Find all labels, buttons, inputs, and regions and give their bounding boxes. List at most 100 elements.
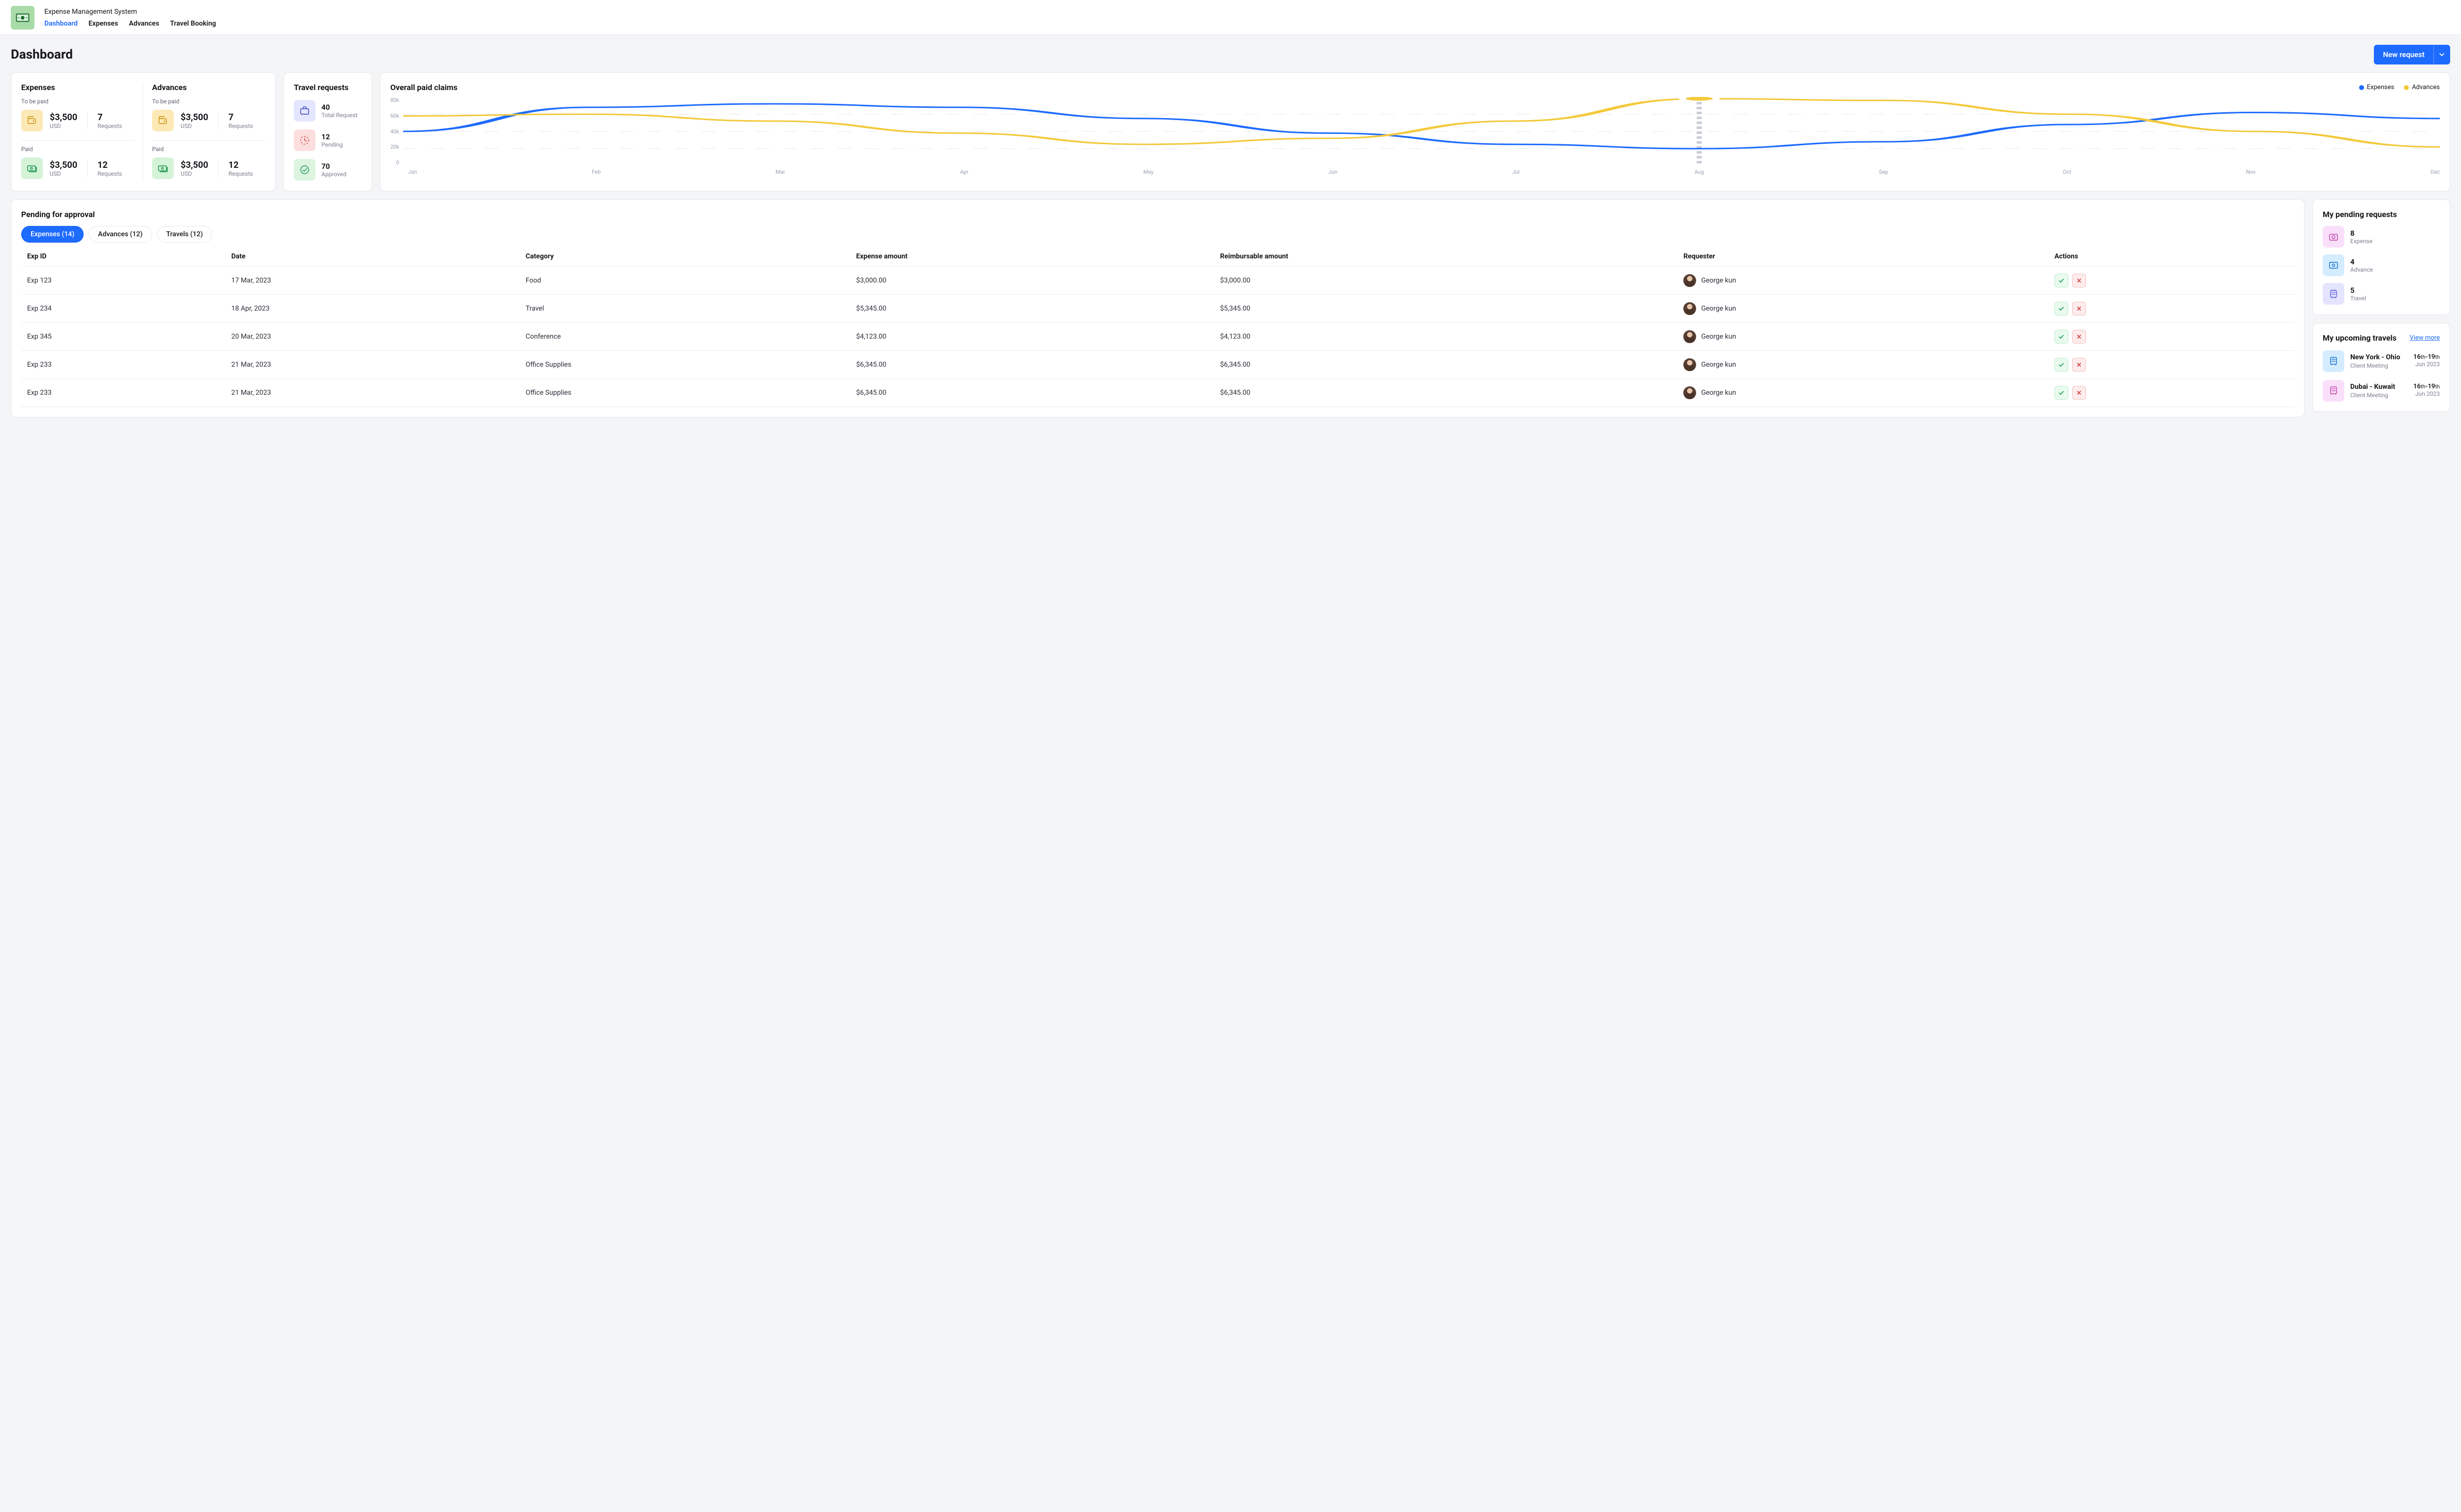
reject-button[interactable] xyxy=(2072,358,2086,372)
requester-cell: George kun xyxy=(1683,274,2045,287)
travel-pending-val: 12 xyxy=(321,132,343,141)
pill-advances[interactable]: Advances (12) xyxy=(89,226,152,243)
reject-button[interactable] xyxy=(2072,330,2086,344)
requester-cell: George kun xyxy=(1683,358,2045,371)
page-title: Dashboard xyxy=(11,47,73,62)
table-header: Actions xyxy=(2049,247,2294,267)
category-icon xyxy=(2323,226,2344,248)
adv-tbp-amount: $3,500 xyxy=(181,112,208,123)
pending-request-row: 4Advance xyxy=(2323,254,2440,276)
travel-total-val: 40 xyxy=(321,103,357,112)
approve-button[interactable] xyxy=(2054,274,2068,287)
expenses-tbp-label: To be paid xyxy=(21,98,134,105)
table-row: Exp 12317 Mar, 2023Food$3,000.00$3,000.0… xyxy=(21,267,2294,295)
adv-paid-cur: USD xyxy=(181,170,208,177)
exp-tbp-count: 7 xyxy=(97,112,122,123)
avatar xyxy=(1683,274,1696,287)
pending-request-row: 5Travel xyxy=(2323,283,2440,305)
my-pending-card: My pending requests 8Expense 4Advance 5Tra… xyxy=(2312,199,2450,315)
table-header: Reimbursable amount xyxy=(1214,247,1677,267)
requester-cell: George kun xyxy=(1683,386,2045,399)
category-icon xyxy=(2323,254,2344,276)
exp-tbp-req: Requests xyxy=(97,123,122,129)
adv-paid-count: 12 xyxy=(228,160,253,170)
summary-card: Expenses To be paid $3,500USD 7Requests … xyxy=(11,72,276,191)
adv-tbp-req: Requests xyxy=(228,123,253,129)
nav-tabs: Dashboard Expenses Advances Travel Booki… xyxy=(44,20,216,28)
new-request-caret[interactable] xyxy=(2433,45,2450,64)
approve-button[interactable] xyxy=(2054,330,2068,344)
chart-legend: Expenses Advances xyxy=(2359,84,2440,91)
approve-button[interactable] xyxy=(2054,302,2068,315)
wallet-icon xyxy=(152,110,174,131)
chart-card: Overall paid claims Expenses Advances 80… xyxy=(380,72,2450,191)
upcoming-travels-card: My upcoming travels View more New York -… xyxy=(2312,323,2450,412)
pending-request-row: 8Expense xyxy=(2323,226,2440,248)
pending-table: Exp IDDateCategoryExpense amountReimburs… xyxy=(21,247,2294,407)
category-icon xyxy=(2323,283,2344,305)
topbar: Expense Management System Dashboard Expe… xyxy=(0,0,2461,35)
adv-paid-req: Requests xyxy=(228,170,253,177)
table-row: Exp 34520 Mar, 2023Conference$4,123.00$4… xyxy=(21,323,2294,351)
table-header: Exp ID xyxy=(21,247,225,267)
advances-paid-label: Paid xyxy=(152,146,265,153)
tab-dashboard[interactable]: Dashboard xyxy=(44,20,78,28)
avatar xyxy=(1683,330,1696,343)
tab-travel-booking[interactable]: Travel Booking xyxy=(170,20,216,28)
view-more-link[interactable]: View more xyxy=(2410,334,2440,342)
new-request-button[interactable]: New request xyxy=(2374,45,2451,64)
travel-row: Dubai - KuwaitClient Meeting16th-19thJun… xyxy=(2323,380,2440,402)
app-logo xyxy=(11,6,34,30)
money-icon xyxy=(15,10,30,25)
pill-expenses[interactable]: Expenses (14) xyxy=(21,226,84,243)
approve-button[interactable] xyxy=(2054,358,2068,372)
approve-button[interactable] xyxy=(2054,386,2068,400)
table-header: Expense amount xyxy=(850,247,1214,267)
table-row: Exp 23321 Mar, 2023Office Supplies$6,345… xyxy=(21,351,2294,379)
advances-tbp-label: To be paid xyxy=(152,98,265,105)
expenses-column: Expenses To be paid $3,500USD 7Requests … xyxy=(21,83,143,181)
requester-cell: George kun xyxy=(1683,330,2045,343)
clock-icon xyxy=(294,129,316,151)
pending-title: Pending for approval xyxy=(21,210,2294,219)
exp-paid-cur: USD xyxy=(50,170,77,177)
legend-advances: Advances xyxy=(2404,84,2440,91)
travels-title: My upcoming travels xyxy=(2323,333,2397,343)
mypending-title: My pending requests xyxy=(2323,210,2440,219)
chart-xaxis: JanFebMarAprMayJunJulAugSepOctNovDec xyxy=(390,166,2440,175)
legend-expenses: Expenses xyxy=(2359,84,2395,91)
tab-advances[interactable]: Advances xyxy=(129,20,159,28)
expenses-paid-label: Paid xyxy=(21,146,134,153)
reject-button[interactable] xyxy=(2072,274,2086,287)
table-header: Category xyxy=(520,247,850,267)
pending-card: Pending for approval Expenses (14) Advan… xyxy=(11,199,2304,417)
table-row: Exp 23321 Mar, 2023Office Supplies$6,345… xyxy=(21,379,2294,407)
exp-paid-req: Requests xyxy=(97,170,122,177)
adv-tbp-cur: USD xyxy=(181,123,208,129)
table-row: Exp 23418 Apr, 2023Travel$5,345.00$5,345… xyxy=(21,295,2294,323)
new-request-label: New request xyxy=(2374,45,2434,64)
travel-title: Travel requests xyxy=(294,83,362,92)
reject-button[interactable] xyxy=(2072,302,2086,315)
tab-expenses[interactable]: Expenses xyxy=(89,20,118,28)
app-title: Expense Management System xyxy=(44,8,216,16)
avatar xyxy=(1683,386,1696,399)
advances-column: Advances To be paid $3,500USD 7Requests … xyxy=(143,83,265,181)
adv-paid-amt: $3,500 xyxy=(181,160,208,170)
travel-row: New York - OhioClient Meeting16th-19thJu… xyxy=(2323,350,2440,372)
avatar xyxy=(1683,302,1696,315)
travel-pending-lbl: Pending xyxy=(321,141,343,148)
exp-paid-amt: $3,500 xyxy=(50,160,77,170)
pill-travels[interactable]: Travels (12) xyxy=(157,226,212,243)
reject-button[interactable] xyxy=(2072,386,2086,400)
exp-tbp-cur: USD xyxy=(50,123,77,129)
exp-paid-count: 12 xyxy=(97,160,122,170)
advances-title: Advances xyxy=(152,83,265,92)
travel-approved-val: 70 xyxy=(321,162,347,171)
wallet-icon xyxy=(21,110,43,131)
briefcase-icon xyxy=(294,100,316,122)
requester-cell: George kun xyxy=(1683,302,2045,315)
cash-icon xyxy=(21,158,43,179)
chevron-down-icon xyxy=(2439,52,2445,58)
transport-icon xyxy=(2323,380,2344,402)
